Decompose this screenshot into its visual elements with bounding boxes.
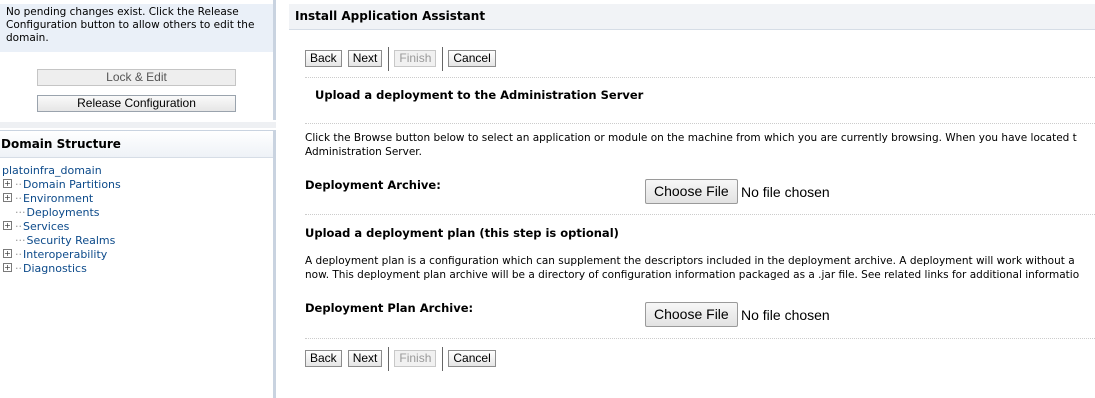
cancel-button[interactable]: Cancel [448,50,496,67]
wizard-buttons-top: Back Next Finish Cancel [305,46,502,71]
tree-item-diagnostics[interactable]: + ··Diagnostics [2,262,273,276]
plan-instructions-line1: A deployment plan is a configuration whi… [305,255,1075,267]
wizard-buttons-bottom: Back Next Finish Cancel [305,346,502,371]
assistant-title: Install Application Assistant [289,4,1095,30]
back-button[interactable]: Back [305,50,342,67]
next-button[interactable]: Next [347,350,383,367]
lock-edit-button[interactable]: Lock & Edit [37,69,236,86]
change-center: No pending changes exist. Click the Rele… [0,0,276,120]
deployment-plan-choose-file-button[interactable]: Choose File [645,302,738,327]
deployment-archive-label: Deployment Archive: [305,178,441,192]
left-panel-divider [0,122,276,128]
divider [305,123,1095,124]
domain-tree: platoinfra_domain + ··Domain Partitions +… [0,158,273,276]
tree-item-deployments[interactable]: ···Deployments [2,206,273,220]
upload-instructions-line1: Click the Browse button below to select … [305,132,1077,144]
expand-icon[interactable]: + [3,179,12,188]
deployment-archive-file-status: No file chosen [741,184,830,200]
deployment-plan-archive-label: Deployment Plan Archive: [305,301,474,315]
separator [442,346,444,371]
expand-icon[interactable]: + [3,249,12,258]
tree-item-domain-partitions[interactable]: + ··Domain Partitions [2,178,273,192]
divider [305,77,1095,78]
finish-button[interactable]: Finish [394,50,437,67]
deployment-plan-file-status: No file chosen [741,307,830,323]
deployment-archive-choose-file-button[interactable]: Choose File [645,179,738,204]
tree-item-services[interactable]: + ··Services [2,220,273,234]
domain-structure-title: Domain Structure [0,131,273,158]
tree-item-interoperability[interactable]: + ··Interoperability [2,248,273,262]
next-button[interactable]: Next [347,50,383,67]
release-configuration-button[interactable]: Release Configuration [37,95,236,112]
tree-item-environment[interactable]: + ··Environment [2,192,273,206]
divider [305,214,1095,215]
upload-plan-heading: Upload a deployment plan (this step is o… [305,226,619,240]
install-application-assistant: Install Application Assistant Back Next … [289,4,1095,397]
change-center-message: No pending changes exist. Click the Rele… [0,4,273,52]
upload-deployment-heading: Upload a deployment to the Administratio… [315,88,644,102]
expand-icon[interactable]: + [3,193,12,202]
domain-structure-panel: Domain Structure platoinfra_domain + ··Do… [0,130,276,398]
tree-item-security-realms[interactable]: ···Security Realms [2,234,273,248]
divider [305,338,1095,339]
upload-instructions-line2: Administration Server. [305,146,422,158]
plan-instructions-line2: now. This deployment plan archive will b… [305,269,1080,281]
tree-root-domain[interactable]: platoinfra_domain [2,164,273,178]
back-button[interactable]: Back [305,350,342,367]
finish-button[interactable]: Finish [394,350,437,367]
expand-icon[interactable]: + [3,221,12,230]
cancel-button[interactable]: Cancel [448,350,496,367]
separator [388,46,390,71]
expand-icon[interactable]: + [3,263,12,272]
separator [388,346,390,371]
separator [442,46,444,71]
